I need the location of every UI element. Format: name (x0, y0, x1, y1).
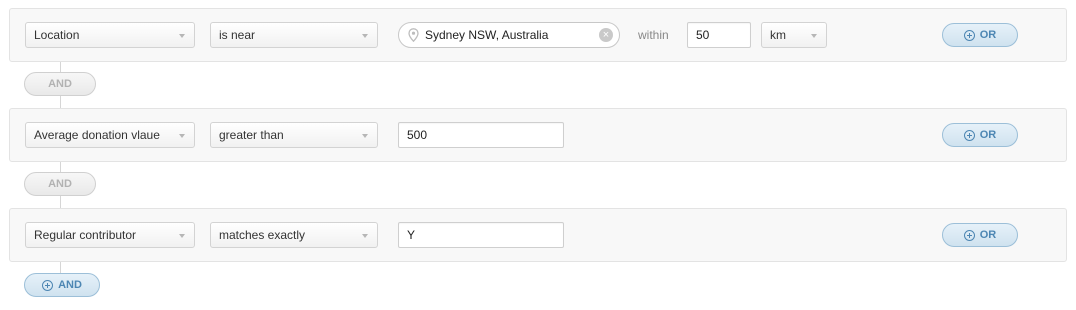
add-or-button[interactable]: OR (942, 23, 1018, 47)
chevron-down-icon (179, 134, 185, 138)
value-input[interactable]: 500 (398, 122, 564, 148)
plus-circle-icon (963, 129, 975, 141)
and-connector-button[interactable]: AND (24, 72, 96, 96)
rule-row-regular-contributor: Regular contributor matches exactly Y OR (9, 208, 1067, 262)
operator-select[interactable]: is near (210, 22, 378, 48)
chevron-down-icon (811, 34, 817, 38)
rule-row-average-donation: Average donation vlaue greater than 500 … (9, 108, 1067, 162)
rule-row-location: Location is near Sydney NSW, Australia ×… (9, 8, 1067, 62)
add-and-button[interactable]: AND (24, 273, 100, 297)
and-connector-label: AND (48, 178, 72, 190)
plus-circle-icon (963, 29, 975, 41)
field-select-label: Average donation vlaue (34, 128, 160, 142)
plus-circle-icon (963, 229, 975, 241)
chevron-down-icon (362, 234, 368, 238)
operator-select[interactable]: matches exactly (210, 222, 378, 248)
chevron-down-icon (179, 234, 185, 238)
field-select[interactable]: Location (25, 22, 195, 48)
add-or-label: OR (979, 129, 997, 141)
unit-select-label: km (770, 28, 786, 42)
chevron-down-icon (179, 34, 185, 38)
field-select[interactable]: Regular contributor (25, 222, 195, 248)
distance-input-value: 50 (696, 28, 710, 42)
value-input[interactable]: Y (398, 222, 564, 248)
add-and-label: AND (58, 279, 82, 291)
add-or-button[interactable]: OR (942, 123, 1018, 147)
operator-select-label: is near (219, 28, 256, 42)
add-or-label: OR (979, 29, 997, 41)
add-or-label: OR (979, 229, 997, 241)
unit-select[interactable]: km (761, 22, 827, 48)
field-select[interactable]: Average donation vlaue (25, 122, 195, 148)
and-connector-label: AND (48, 78, 72, 90)
map-pin-icon (408, 28, 419, 42)
operator-select-label: greater than (219, 128, 284, 142)
clear-circle-icon[interactable]: × (599, 28, 613, 42)
operator-select[interactable]: greater than (210, 122, 378, 148)
value-input-value: 500 (407, 128, 428, 142)
distance-input[interactable]: 50 (687, 22, 751, 48)
operator-select-label: matches exactly (219, 228, 306, 242)
location-input-value: Sydney NSW, Australia (425, 28, 549, 42)
chevron-down-icon (362, 34, 368, 38)
and-connector-button[interactable]: AND (24, 172, 96, 196)
field-select-label: Regular contributor (34, 228, 137, 242)
chevron-down-icon (362, 134, 368, 138)
location-input[interactable]: Sydney NSW, Australia × (398, 22, 620, 48)
value-input-value: Y (407, 228, 416, 242)
field-select-label: Location (34, 28, 80, 42)
add-or-button[interactable]: OR (942, 223, 1018, 247)
plus-circle-icon (42, 279, 54, 291)
within-label: within (638, 28, 669, 42)
